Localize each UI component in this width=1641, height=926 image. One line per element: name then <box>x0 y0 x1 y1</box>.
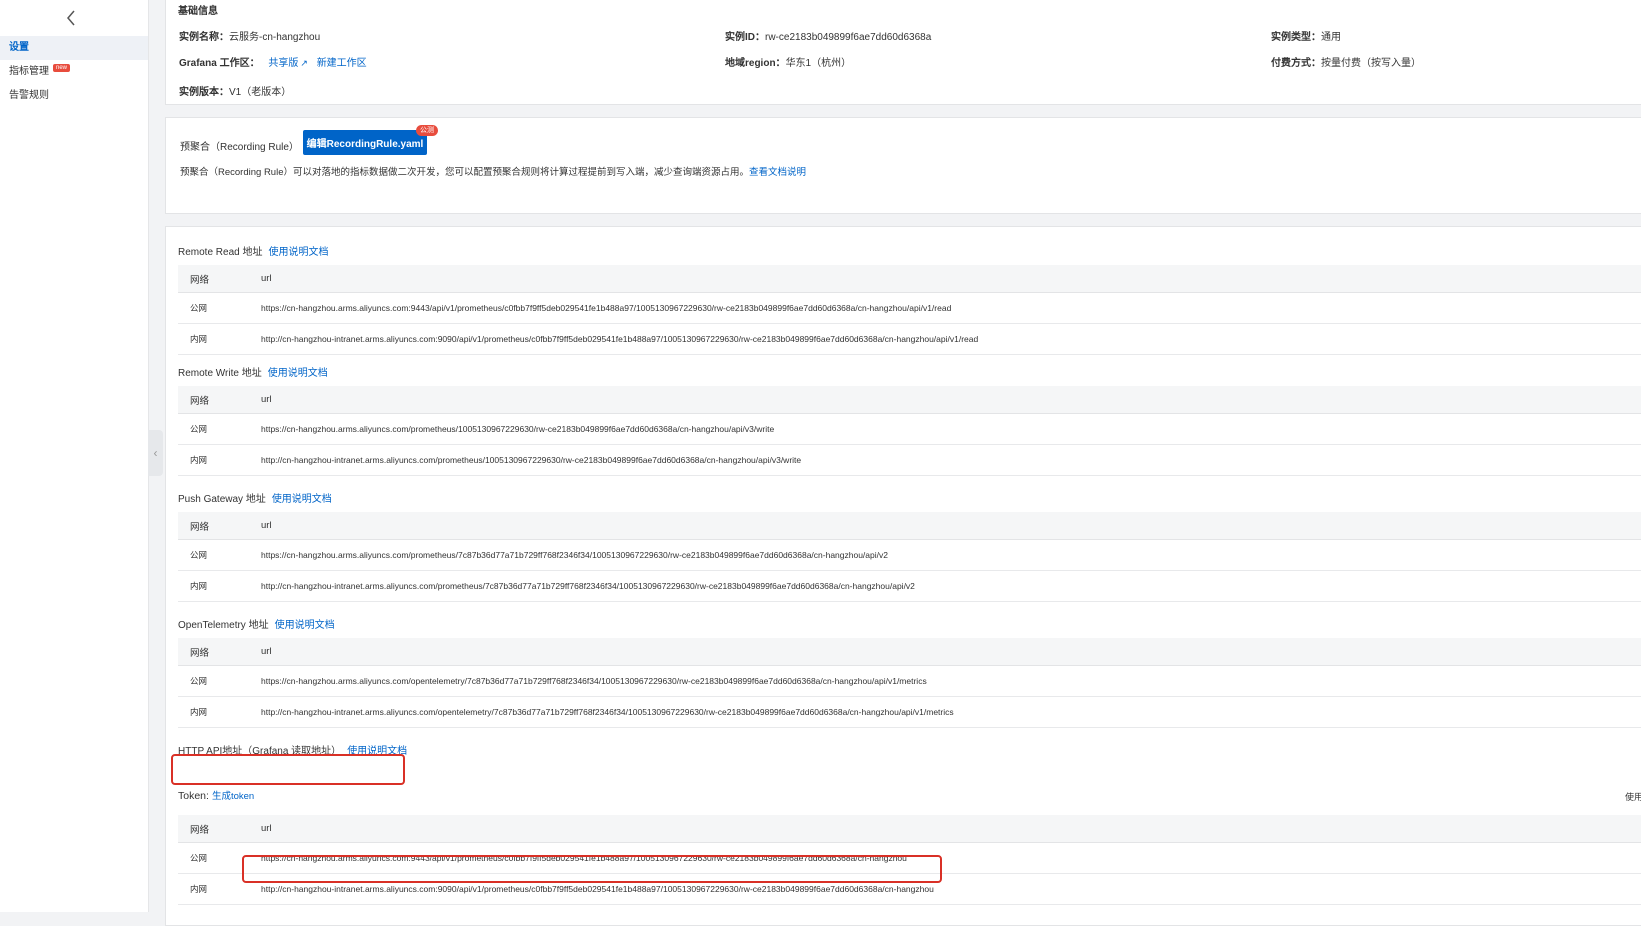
column-header-network: 网络 <box>178 815 261 843</box>
column-header-url: url <box>261 638 1641 666</box>
recording-rule-label: 预聚合（Recording Rule） <box>180 142 299 153</box>
opentelemetry-section: OpenTelemetry 地址 使用说明文档 网络 url 公网 https://c… <box>178 617 1641 728</box>
highlight-box-http-url <box>242 855 942 883</box>
url-cell[interactable]: https://cn-hangzhou.arms.aliyuncs.com/op… <box>261 665 1641 697</box>
new-badge: new <box>53 64 71 73</box>
chevron-left-icon[interactable] <box>58 6 84 30</box>
recording-rule-description: 预聚合（Recording Rule）可以对落地的指标数据做二次开发，您可以配置… <box>180 167 806 178</box>
view-docs-link[interactable]: 查看文档说明 <box>749 167 806 178</box>
url-cell[interactable]: http://cn-hangzhou-intranet.arms.aliyunc… <box>261 444 1641 476</box>
table-row: 内网 http://cn-hangzhou-intranet.arms.aliyu… <box>178 444 1641 476</box>
url-cell[interactable]: http://cn-hangzhou-intranet.arms.aliyunc… <box>261 570 1641 602</box>
region: 地域region：华东1（杭州） <box>725 58 852 69</box>
instance-id: 实例ID：rw-ce2183b049899f6ae7dd60d6368a <box>725 32 932 43</box>
table-row: 内网 http://cn-hangzhou-intranet.arms.aliyu… <box>178 570 1641 602</box>
grafana-shared-link[interactable]: 共享版 <box>268 58 298 69</box>
table-row: 内网 http://cn-hangzhou-intranet.arms.aliyu… <box>178 323 1641 355</box>
usage-docs-link[interactable]: 使用说明文档 <box>272 494 332 505</box>
new-workspace-link[interactable]: 新建工作区 <box>317 58 367 69</box>
column-header-url: url <box>261 265 1641 293</box>
basic-info-card: 基础信息 实例名称：云服务-cn-hangzhou 实例ID：rw-ce2183… <box>165 0 1641 105</box>
usage-docs-link[interactable]: 使用说明文档 <box>268 247 328 258</box>
basic-info-title: 基础信息 <box>178 6 218 17</box>
addresses-card: Remote Read 地址 使用说明文档 网络 url 公网 https://cn-… <box>165 226 1641 926</box>
sidebar-item-metrics[interactable]: 指标管理 new <box>0 60 148 84</box>
column-header-url: url <box>261 815 1641 843</box>
truncated-label: 使用 <box>1625 792 1641 802</box>
external-link-icon[interactable]: ↗ <box>300 58 308 68</box>
column-header-url: url <box>261 386 1641 414</box>
usage-docs-link[interactable]: 使用说明文档 <box>275 620 335 631</box>
address-table: 网络 url 公网 https://cn-hangzhou.arms.aliyunc… <box>178 512 1641 602</box>
sidebar-item-label: 告警规则 <box>9 90 49 101</box>
sidebar-item-alert-rules[interactable]: 告警规则 <box>0 84 148 108</box>
column-header-network: 网络 <box>178 512 261 540</box>
usage-docs-link[interactable]: 使用说明文档 <box>268 368 328 379</box>
address-table: 网络 url 公网 https://cn-hangzhou.arms.aliyunc… <box>178 638 1641 728</box>
token-line: Token: 生成token <box>178 790 255 802</box>
grafana-workspace: Grafana 工作区： 共享版 ↗ 新建工作区 <box>179 58 367 69</box>
sidebar-item-label: 设置 <box>9 42 29 53</box>
table-row: 内网 http://cn-hangzhou-intranet.arms.aliyu… <box>178 696 1641 728</box>
url-cell[interactable]: https://cn-hangzhou.arms.aliyuncs.com/pr… <box>261 413 1641 445</box>
remote-read-section: Remote Read 地址 使用说明文档 网络 url 公网 https://cn-… <box>178 244 1641 355</box>
column-header-url: url <box>261 512 1641 540</box>
generate-token-link[interactable]: 生成token <box>212 791 254 802</box>
table-row: 公网 https://cn-hangzhou.arms.aliyuncs.com/… <box>178 539 1641 571</box>
url-cell[interactable]: https://cn-hangzhou.arms.aliyuncs.com/pr… <box>261 539 1641 571</box>
instance-name: 实例名称：云服务-cn-hangzhou <box>179 32 321 43</box>
section-title: Remote Read 地址 使用说明文档 <box>178 247 329 258</box>
highlight-box-http-title <box>171 754 405 785</box>
beta-badge: 公测 <box>416 125 438 136</box>
sidebar: 设置 指标管理 new 告警规则 <box>0 0 149 912</box>
section-title: Remote Write 地址 使用说明文档 <box>178 368 328 379</box>
collapse-sidebar-icon[interactable]: ‹ <box>148 430 163 476</box>
column-header-network: 网络 <box>178 386 261 414</box>
recording-rule-card: 预聚合（Recording Rule） 编辑RecordingRule.yaml… <box>165 117 1641 214</box>
url-cell[interactable]: http://cn-hangzhou-intranet.arms.aliyunc… <box>261 696 1641 728</box>
instance-version: 实例版本：V1（老版本） <box>179 87 292 98</box>
url-cell[interactable]: http://cn-hangzhou-intranet.arms.aliyunc… <box>261 323 1641 355</box>
address-table: 网络 url 公网 https://cn-hangzhou.arms.aliyunc… <box>178 386 1641 476</box>
sidebar-item-label: 指标管理 <box>9 66 49 77</box>
address-table: 网络 url 公网 https://cn-hangzhou.arms.aliyunc… <box>178 265 1641 355</box>
push-gateway-section: Push Gateway 地址 使用说明文档 网络 url 公网 https://cn… <box>178 491 1641 602</box>
billing-method: 付费方式：按量付费（按写入量） <box>1271 58 1421 69</box>
column-header-network: 网络 <box>178 638 261 666</box>
url-cell[interactable]: https://cn-hangzhou.arms.aliyuncs.com:94… <box>261 292 1641 324</box>
column-header-network: 网络 <box>178 265 261 293</box>
section-title: OpenTelemetry 地址 使用说明文档 <box>178 620 335 631</box>
table-row: 公网 https://cn-hangzhou.arms.aliyuncs.com:… <box>178 292 1641 324</box>
table-row: 公网 https://cn-hangzhou.arms.aliyuncs.com/… <box>178 665 1641 697</box>
instance-type: 实例类型：通用 <box>1271 32 1341 43</box>
table-row: 公网 https://cn-hangzhou.arms.aliyuncs.com/… <box>178 413 1641 445</box>
remote-write-section: Remote Write 地址 使用说明文档 网络 url 公网 https://cn… <box>178 365 1641 476</box>
edit-recording-rule-button[interactable]: 编辑RecordingRule.yaml <box>303 130 427 155</box>
sidebar-item-settings[interactable]: 设置 <box>0 36 148 60</box>
section-title: Push Gateway 地址 使用说明文档 <box>178 494 332 505</box>
